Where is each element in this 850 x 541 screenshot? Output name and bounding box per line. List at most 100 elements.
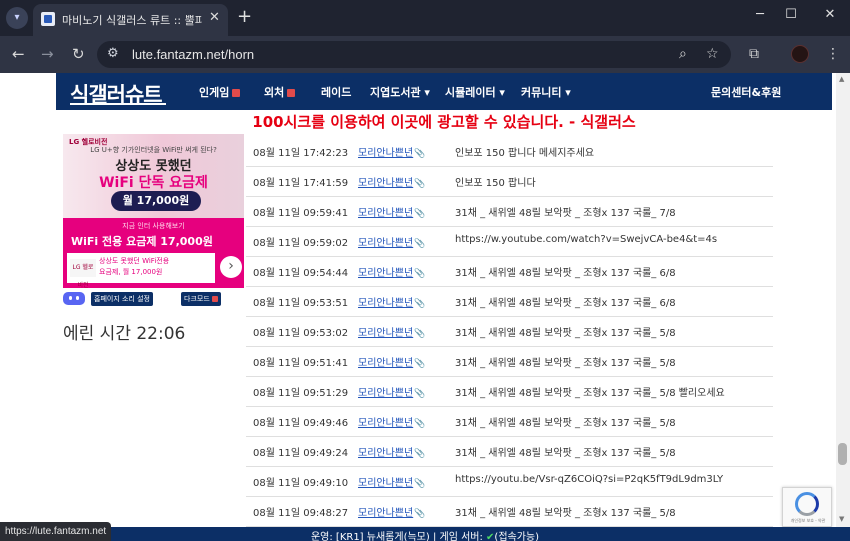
ad-main-text: WiFi 전용 요금제 17,000원	[71, 235, 213, 248]
ad-card: LG 헬로비전 상상도 못했던 WiFi전용 요금제, 월 17,000원	[67, 253, 215, 288]
message-time: 08월 11일 09:49:24	[253, 448, 349, 459]
message-time: 08월 11일 17:42:23	[253, 148, 349, 159]
message-time: 08월 11일 17:41:59	[253, 178, 349, 189]
recaptcha-badge[interactable]: 개인정보 보호 - 약관	[782, 487, 832, 527]
message-text: 인보포 150 팝니다 메세지주세요	[455, 148, 595, 159]
attachment-icon: 📎	[414, 209, 426, 219]
horn-table: 08월 11일 17:42:23 모리안나쁜년📎 인보포 150 팝니다 메세지주세…	[246, 137, 773, 527]
nav-item-community[interactable]: 커뮤니티 ▾	[521, 84, 571, 100]
message-time: 08월 11일 09:51:41	[253, 358, 349, 369]
ad-card-text: 상상도 못했던 WiFi전용 요금제, 월 17,000원	[99, 257, 170, 276]
dark-mode-button[interactable]: 다크모드	[181, 292, 221, 306]
message-user-link[interactable]: 모리안나쁜년📎	[358, 264, 425, 279]
attachment-icon: 📎	[414, 419, 426, 429]
attachment-icon: 📎	[414, 149, 426, 159]
logo-underline	[70, 103, 166, 105]
scrollbar-thumb[interactable]	[838, 443, 847, 465]
ad-notice[interactable]: 100시크를 이용하여 이곳에 광고할 수 있습니다. - 식갤러스	[56, 110, 832, 134]
message-time: 08월 11일 09:59:41	[253, 208, 349, 219]
close-tab-icon[interactable]: ✕	[209, 10, 220, 25]
message-time: 08월 11일 09:51:29	[253, 388, 349, 399]
browser-tab[interactable]: 마비노기 식갤러스 류트 :: 뿔피리 ✕	[33, 4, 228, 36]
message-user-link[interactable]: 모리안나쁜년📎	[358, 324, 425, 339]
attachment-icon: 📎	[414, 299, 426, 309]
nav-item-ingame[interactable]: 인게임	[199, 84, 241, 100]
attachment-icon: 📎	[414, 329, 426, 339]
server-status-bar: 운영: [KR1] 뉴새롬게(늑모) | 게임 서버: ✔(접속가능)	[0, 527, 850, 541]
message-text: 31채 _ 새위엘 48릴 보악팟 _ 조형x 137 국룰_ 7/8	[455, 208, 676, 219]
recaptcha-text: 개인정보 보호 - 약관	[790, 518, 826, 523]
attachment-icon: 📎	[414, 449, 426, 459]
table-row: 08월 11일 09:54:44 모리안나쁜년📎 31채 _ 새위엘 48릴 보악팟…	[246, 257, 773, 287]
table-row: 08월 11일 09:53:02 모리안나쁜년📎 31채 _ 새위엘 48릴 보악팟…	[246, 317, 773, 347]
message-time: 08월 11일 09:53:02	[253, 328, 349, 339]
table-row: 08월 11일 09:59:41 모리안나쁜년📎 31채 _ 새위엘 48릴 보악팟…	[246, 197, 773, 227]
site-header: 식갤러슈트 인게임 외처 레이드 지엽도서관 ▾ 시뮬레이터 ▾ 커뮤니티 ▾ …	[56, 73, 832, 110]
search-tabs-icon[interactable]: ▾	[6, 7, 28, 29]
attachment-icon: 📎	[414, 269, 426, 279]
message-time: 08월 11일 09:49:46	[253, 418, 349, 429]
message-time: 08월 11일 09:59:02	[253, 238, 349, 249]
page-scrollbar[interactable]: ▲ ▼	[836, 73, 850, 528]
message-text: 31채 _ 새위엘 48릴 보악팟 _ 조형x 137 국룰_ 5/8	[455, 328, 676, 339]
nav-item-simulator[interactable]: 시뮬레이터 ▾	[445, 84, 505, 100]
extensions-icon[interactable]: ⧉	[749, 46, 759, 62]
message-text: 31채 _ 새위엘 48릴 보악팟 _ 조형x 137 국룰_ 5/8	[455, 418, 676, 429]
message-time: 08월 11일 09:53:51	[253, 298, 349, 309]
reload-icon[interactable]: ↻	[72, 45, 85, 63]
url-text[interactable]: lute.fantazm.net/horn	[132, 47, 254, 62]
message-text: 31채 _ 새위엘 48릴 보악팟 _ 조형x 137 국룰_ 5/8	[455, 508, 676, 519]
maximize-icon[interactable]: ☐	[776, 7, 806, 22]
site-favicon-icon	[41, 12, 55, 26]
attachment-icon: 📎	[414, 359, 426, 369]
message-user-link[interactable]: 모리안나쁜년📎	[358, 204, 425, 219]
zoom-icon[interactable]: ⌕	[679, 46, 687, 62]
attachment-icon: 📎	[414, 239, 426, 249]
message-text: 31채 _ 새위엘 48릴 보악팟 _ 조형x 137 국룰_ 6/8	[455, 268, 676, 279]
table-row: 08월 11일 09:49:46 모리안나쁜년📎 31채 _ 새위엘 48릴 보악팟…	[246, 407, 773, 437]
nav-item-library[interactable]: 지엽도서관 ▾	[370, 84, 430, 100]
ad-tiny-text: 지금 인터 사용해보기	[122, 222, 185, 230]
table-row: 08월 11일 09:49:10 모리안나쁜년📎 https://youtu.be/…	[246, 467, 773, 497]
message-user-link[interactable]: 모리안나쁜년📎	[358, 144, 425, 159]
site-info-icon[interactable]: ⚙	[107, 46, 119, 61]
message-user-link[interactable]: 모리안나쁜년📎	[358, 174, 425, 189]
message-user-link[interactable]: 모리안나쁜년📎	[358, 504, 425, 519]
message-text: https://youtu.be/Vsr-qZ6COiQ?si=P2qK5fT9…	[455, 474, 724, 485]
nav-item-contact[interactable]: 문의센터&후원	[711, 84, 781, 100]
discord-icon[interactable]	[63, 292, 85, 305]
message-text: 31채 _ 새위엘 48릴 보악팟 _ 조형x 137 국룰_ 5/8 빨리오세…	[455, 388, 725, 399]
message-text: https://w.youtube.com/watch?v=SwejvCA-be…	[455, 234, 718, 245]
minimize-icon[interactable]: ─	[745, 7, 775, 22]
nav-item-raid[interactable]: 레이드	[321, 84, 351, 100]
attachment-icon: 📎	[414, 479, 426, 489]
scroll-up-icon[interactable]: ▲	[839, 75, 844, 83]
forward-icon[interactable]: →	[41, 45, 54, 63]
chevron-right-icon[interactable]: ›	[220, 256, 242, 278]
table-row: 08월 11일 17:42:23 모리안나쁜년📎 인보포 150 팝니다 메세지주세…	[246, 137, 773, 167]
table-row: 08월 11일 09:51:29 모리안나쁜년📎 31채 _ 새위엘 48릴 보악팟…	[246, 377, 773, 407]
message-user-link[interactable]: 모리안나쁜년📎	[358, 354, 425, 369]
message-user-link[interactable]: 모리안나쁜년📎	[358, 474, 425, 489]
message-user-link[interactable]: 모리안나쁜년📎	[358, 294, 425, 309]
attachment-icon: 📎	[414, 509, 426, 519]
close-window-icon[interactable]: ✕	[815, 7, 845, 22]
scroll-down-icon[interactable]: ▼	[839, 515, 844, 523]
message-time: 08월 11일 09:54:44	[253, 268, 349, 279]
message-user-link[interactable]: 모리안나쁜년📎	[358, 444, 425, 459]
message-user-link[interactable]: 모리안나쁜년📎	[358, 384, 425, 399]
message-user-link[interactable]: 모리안나쁜년📎	[358, 234, 425, 249]
back-icon[interactable]: ←	[12, 45, 25, 63]
bookmark-star-icon[interactable]: ☆	[706, 46, 719, 62]
browser-toolbar: ← → ↻ ⚙ lute.fantazm.net/horn ⌕ ☆ ⧉ ⋮	[0, 36, 850, 73]
address-bar[interactable]: ⚙ lute.fantazm.net/horn ⌕ ☆	[97, 41, 731, 68]
sound-settings-button[interactable]: 홈페이지 소리 설정	[91, 292, 153, 306]
message-user-link[interactable]: 모리안나쁜년📎	[358, 414, 425, 429]
ad-subheadline: WiFi 단독 요금제	[99, 175, 208, 191]
message-text: 31채 _ 새위엘 48릴 보악팟 _ 조형x 137 국룰_ 5/8	[455, 358, 676, 369]
nav-item-oecheo[interactable]: 외처	[264, 84, 296, 100]
new-tab-button[interactable]: +	[237, 6, 252, 27]
menu-icon[interactable]: ⋮	[826, 46, 840, 62]
profile-avatar[interactable]	[791, 45, 809, 63]
ad-banner[interactable]: LG 헬로비전 LG U+향 기가인터넷을 WiFi만 써게 된다? 상상도 못…	[63, 134, 244, 288]
